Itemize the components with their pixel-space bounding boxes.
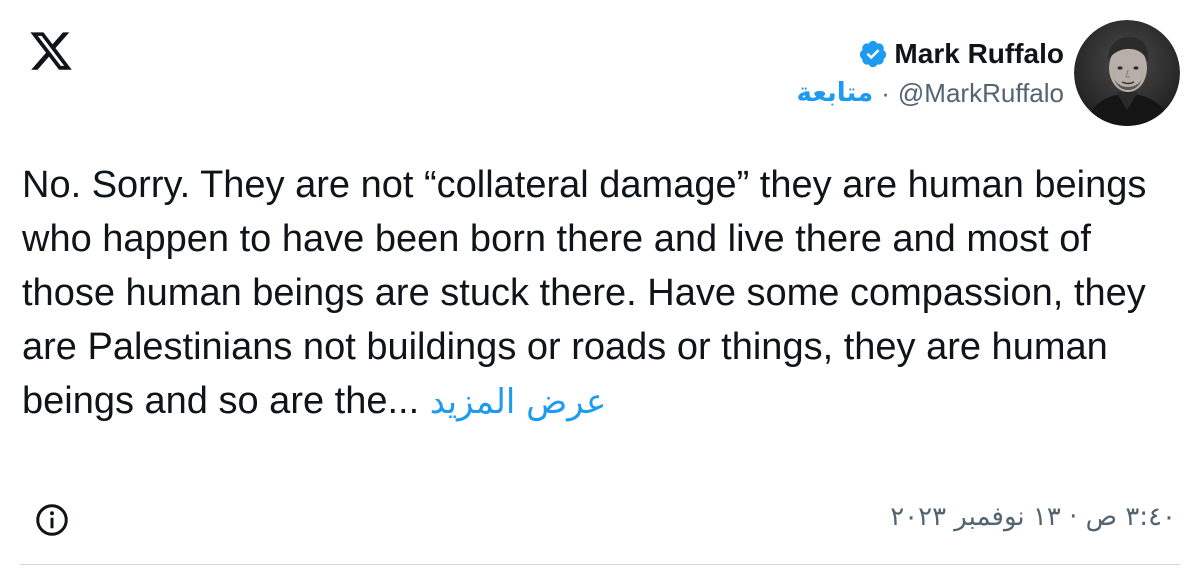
author-display-name[interactable]: Mark Ruffalo (894, 38, 1064, 70)
avatar[interactable] (1074, 20, 1180, 126)
x-logo-icon-svg (30, 32, 72, 70)
tweet-author: Mark Ruffalo متابعة · @MarkRuffalo (797, 20, 1180, 126)
x-logo-icon[interactable] (26, 28, 76, 74)
tweet-text: No. Sorry. They are not “collateral dama… (22, 158, 1182, 429)
author-text: Mark Ruffalo متابعة · @MarkRuffalo (797, 34, 1064, 112)
verified-badge-icon (858, 39, 888, 69)
avatar-image (1074, 20, 1180, 126)
tweet-timestamp[interactable]: ٣:٤٠ ص · ١٣ نوفمبر ٢٠٢٣ (890, 502, 1176, 532)
info-icon[interactable] (34, 502, 70, 538)
author-handle[interactable]: @MarkRuffalo (898, 78, 1064, 109)
author-name-row[interactable]: Mark Ruffalo (858, 34, 1064, 74)
author-handle-row: متابعة · @MarkRuffalo (797, 74, 1064, 112)
show-more-link[interactable]: عرض المزيد (430, 382, 607, 422)
separator-dot: · (881, 77, 890, 108)
follow-button[interactable]: متابعة (797, 78, 874, 108)
divider (20, 564, 1180, 565)
